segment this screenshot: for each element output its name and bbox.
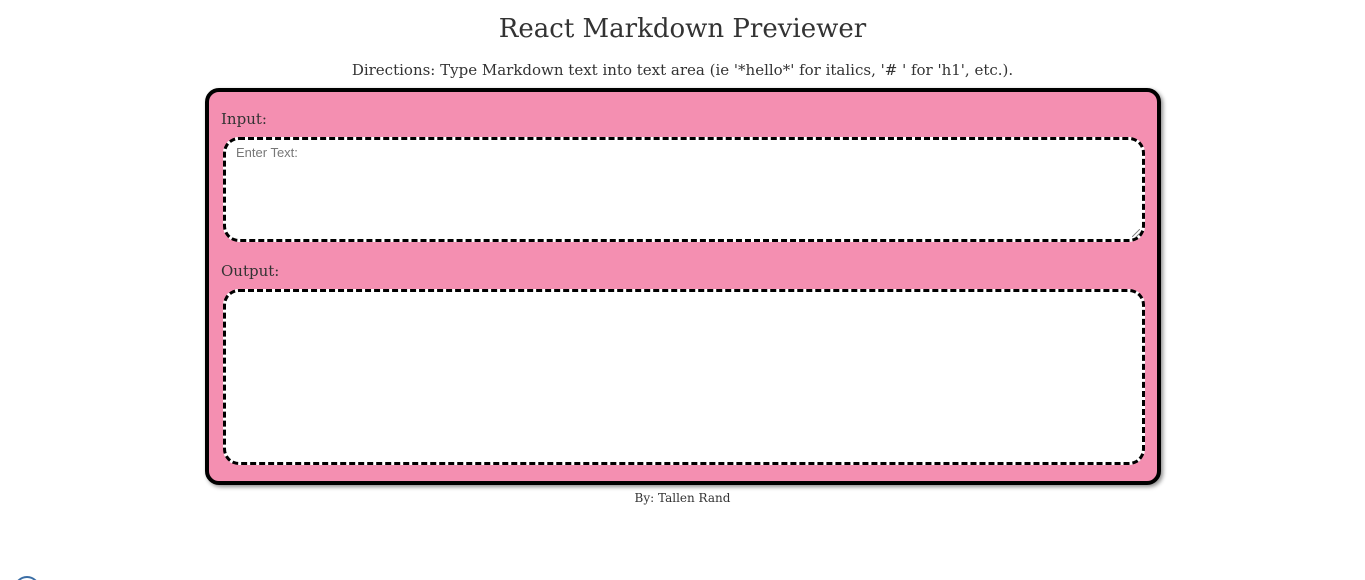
input-label: Input:	[221, 110, 267, 128]
page: React Markdown Previewer Directions: Typ…	[0, 0, 1365, 580]
author-byline: By: Tallen Rand	[634, 491, 731, 505]
editor-panel: Input: Enter Text: Output:	[205, 88, 1161, 485]
markdown-input[interactable]: Enter Text:	[223, 137, 1145, 242]
directions-text: Directions: Type Markdown text into text…	[351, 61, 1014, 79]
page-title: React Markdown Previewer	[498, 14, 867, 44]
circle-icon	[14, 576, 40, 580]
preview-output	[223, 289, 1145, 465]
input-placeholder: Enter Text:	[236, 145, 298, 160]
output-label: Output:	[221, 262, 280, 280]
resize-handle-icon[interactable]	[1132, 229, 1140, 237]
